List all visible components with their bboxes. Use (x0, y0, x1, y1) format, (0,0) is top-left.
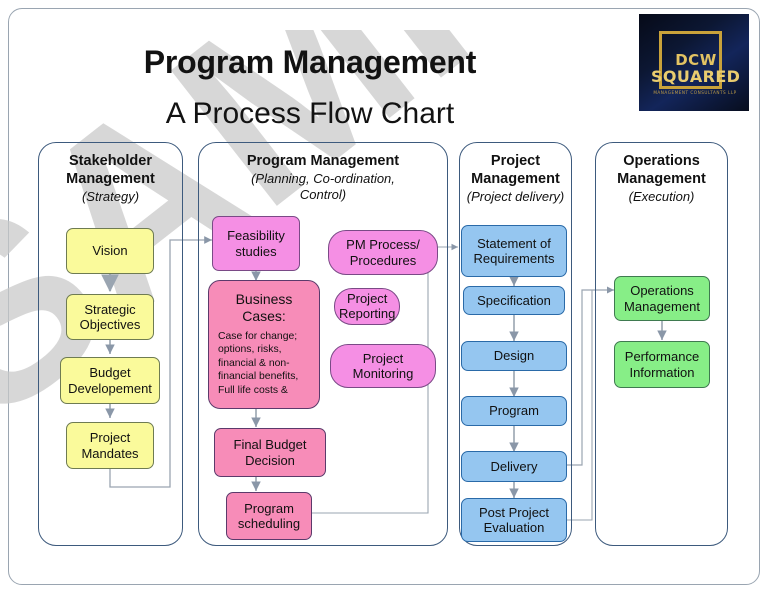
lane-2-subtitle-line2: Control) (299, 186, 347, 202)
lane-3-title-line2: Management (471, 171, 560, 188)
box-budget-development[interactable]: Budget Developement (60, 357, 160, 404)
box-post-project-line1: Post Project (478, 504, 550, 520)
box-business-cases-title-line1: Business (235, 291, 293, 307)
box-mandates-line1: Project (89, 430, 131, 446)
box-program-label: Program (489, 403, 539, 419)
box-mandates-line2: Mandates (81, 445, 139, 461)
box-feasibility-studies[interactable]: Feasibility studies (212, 216, 300, 271)
box-budget-line1: Budget (89, 365, 131, 381)
box-pm-process-line1: PM Process/ (346, 237, 420, 253)
lane-2-title: Program Management (246, 153, 400, 169)
box-final-budget-line2: Decision (245, 452, 295, 468)
lane-1-title-line2: Management (66, 171, 155, 188)
box-final-budget-line1: Final Budget (233, 437, 307, 453)
box-scheduling-line2: scheduling (237, 516, 301, 531)
lane-operations-header: Operations Management (Execution) (595, 152, 728, 205)
box-delivery[interactable]: Delivery (461, 451, 567, 482)
dcw-squared-logo: DCW SQUARED MANAGEMENT CONSULTANTS LLP (639, 14, 749, 111)
box-project-monitoring-line1: Project (362, 350, 404, 366)
box-strategic-line1: Strategic (84, 301, 136, 317)
box-performance-information[interactable]: Performance Information (614, 341, 710, 388)
flowchart-canvas: SAMPLE Program Management A Process Flow… (0, 0, 768, 593)
logo-tagline: MANAGEMENT CONSULTANTS LLP (653, 90, 737, 95)
box-strategic-objectives[interactable]: Strategic Objectives (66, 294, 154, 340)
box-delivery-label: Delivery (490, 458, 538, 474)
box-performance-line1: Performance (624, 349, 700, 365)
box-pm-process-procedures[interactable]: PM Process/ Procedures (328, 230, 438, 275)
box-project-reporting-line2: Reporting (339, 306, 396, 322)
box-post-project-evaluation[interactable]: Post Project Evaluation (461, 498, 567, 542)
box-final-budget-decision[interactable]: Final Budget Decision (214, 428, 326, 477)
page-subtitle: A Process Flow Chart (165, 97, 455, 130)
box-operations-management[interactable]: Operations Management (614, 276, 710, 321)
box-performance-line2: Information (629, 364, 695, 380)
box-business-cases[interactable]: Business Cases: Case for change; options… (208, 280, 320, 409)
box-feasibility-line1: Feasibility (227, 228, 285, 244)
box-statement-line1: Statement of (477, 235, 551, 251)
box-business-cases-detail: Case for change; options, risks, financi… (218, 330, 299, 396)
box-operations-line1: Operations (630, 283, 694, 299)
lane-4-subtitle: (Execution) (628, 189, 695, 205)
box-project-reporting-line1: Project (346, 291, 388, 306)
box-project-reporting[interactable]: Project Reporting (334, 288, 401, 325)
box-strategic-line2: Objectives (79, 317, 141, 332)
lane-3-title-line1: Project (490, 153, 541, 169)
lane-3-subtitle: (Project delivery) (466, 189, 565, 205)
lane-2-subtitle-line1: (Planning, Co-ordination, (251, 171, 395, 187)
box-project-mandates[interactable]: Project Mandates (66, 422, 154, 469)
lane-1-subtitle: (Strategy) (81, 189, 140, 205)
box-post-project-line2: Evaluation (483, 520, 545, 535)
lane-1-title-line1: Stakeholder (69, 153, 152, 169)
box-scheduling-line1: Program (244, 500, 294, 516)
logo-squared-text: SQUARED (651, 67, 741, 86)
box-statement-line2: Requirements (473, 251, 555, 266)
box-operations-line2: Management (624, 298, 700, 314)
box-statement-of-requirements[interactable]: Statement of Requirements (461, 225, 567, 277)
box-budget-line2: Developement (68, 380, 152, 396)
lane-project-header: Project Management (Project delivery) (455, 152, 576, 205)
box-design[interactable]: Design (461, 341, 567, 371)
box-project-monitoring[interactable]: Project Monitoring (330, 344, 436, 388)
page-title: Program Management (143, 44, 477, 80)
box-business-cases-title-line2: Cases: (242, 307, 286, 324)
box-vision[interactable]: Vision (66, 228, 154, 274)
box-specification[interactable]: Specification (463, 286, 565, 315)
box-program[interactable]: Program (461, 396, 567, 426)
box-pm-process-line2: Procedures (349, 252, 417, 268)
lane-4-title-line1: Operations (623, 153, 700, 169)
box-design-label: Design (493, 348, 535, 364)
logo-dcw-text: DCW (675, 51, 717, 69)
box-feasibility-line2: studies (235, 243, 277, 259)
box-specification-label: Specification (477, 292, 551, 308)
lane-program-header: Program Management (Planning, Co-ordinat… (198, 152, 448, 203)
lane-stakeholder-header: Stakeholder Management (Strategy) (38, 152, 183, 205)
box-project-monitoring-line2: Monitoring (352, 366, 414, 381)
lane-4-title-line2: Management (617, 171, 706, 188)
box-vision-label: Vision (92, 243, 128, 259)
box-program-scheduling[interactable]: Program scheduling (226, 492, 312, 540)
